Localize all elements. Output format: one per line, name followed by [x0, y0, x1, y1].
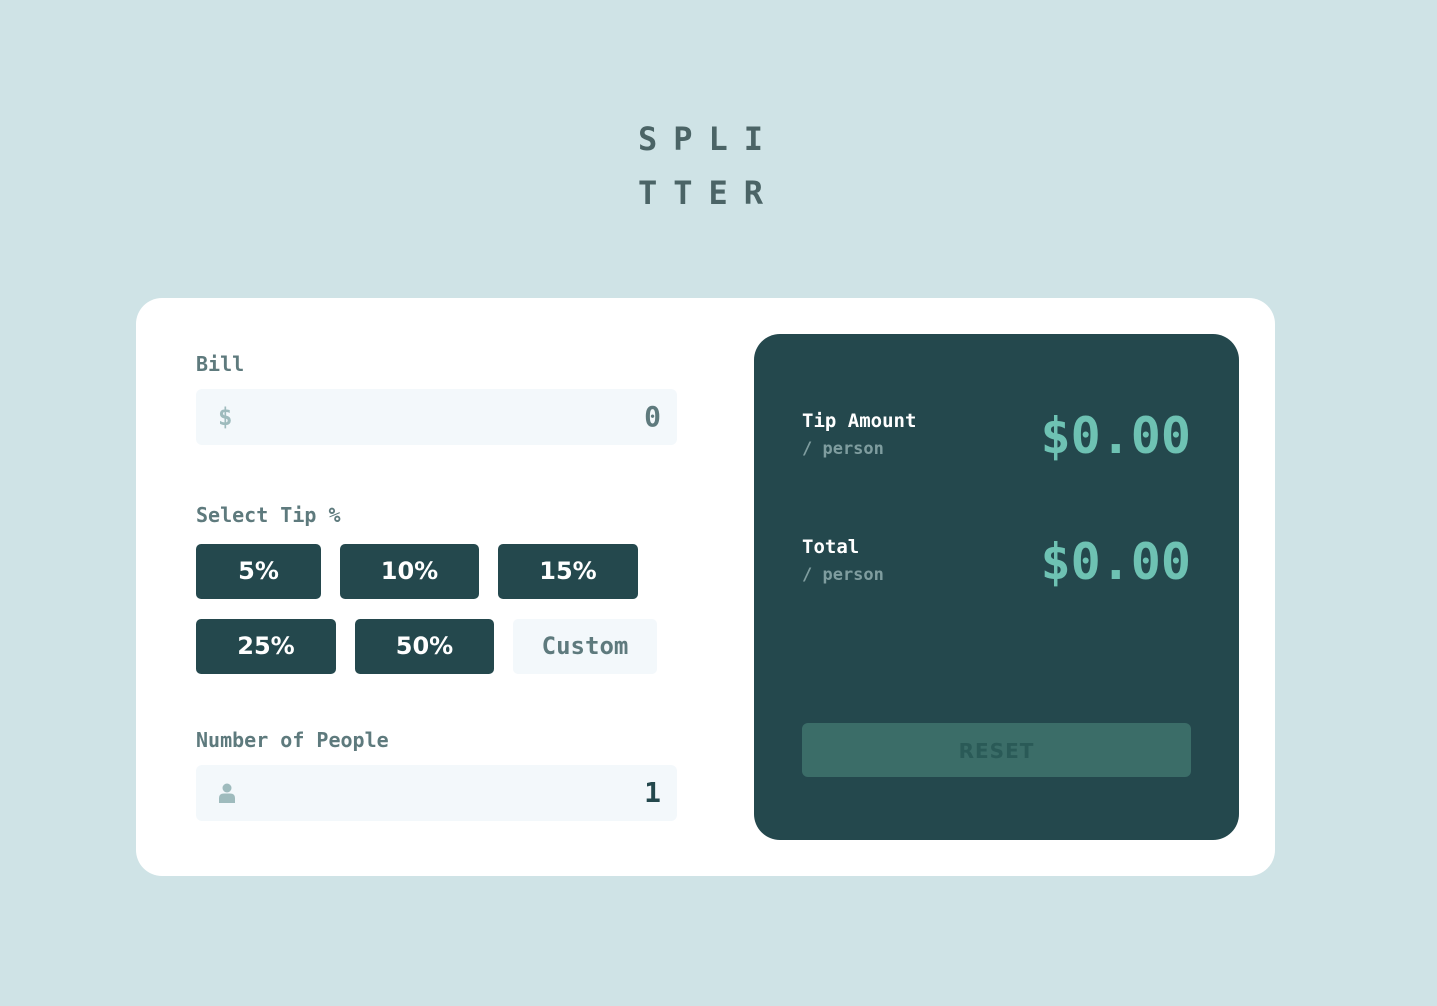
bill-label: Bill	[196, 352, 245, 376]
reset-button[interactable]: RESET	[802, 723, 1191, 777]
tip-amount-sublabel: / person	[802, 439, 884, 459]
total-sublabel: / person	[802, 565, 884, 585]
tip-button-50[interactable]: 50%	[355, 619, 494, 674]
total-label: Total	[802, 536, 860, 558]
total-value: $0.00	[1040, 533, 1191, 591]
tip-button-15[interactable]: 15%	[498, 544, 638, 599]
people-label: Number of People	[196, 728, 389, 752]
dollar-icon: $	[218, 403, 233, 431]
results-panel: Tip Amount / person $0.00 Total / person…	[754, 334, 1239, 840]
tip-button-10[interactable]: 10%	[340, 544, 479, 599]
app-logo: SPLI TTER	[638, 112, 788, 220]
tip-button-5[interactable]: 5%	[196, 544, 321, 599]
bill-input-value: 0	[644, 400, 661, 433]
tip-amount-label: Tip Amount	[802, 410, 917, 432]
select-tip-label: Select Tip %	[196, 503, 341, 527]
tip-amount-value: $0.00	[1040, 407, 1191, 465]
people-input[interactable]: 1	[196, 765, 677, 821]
custom-tip-input[interactable]: Custom	[513, 619, 657, 674]
bill-input[interactable]: $ 0	[196, 389, 677, 445]
logo-line-2: TTER	[638, 174, 780, 212]
calculator-card: Bill $ 0 Select Tip % 5% 10% 15% 25% 50%…	[136, 298, 1275, 876]
people-input-value: 1	[644, 776, 661, 809]
person-icon	[219, 783, 235, 803]
logo-line-1: SPLI	[638, 120, 780, 158]
tip-button-25[interactable]: 25%	[196, 619, 336, 674]
